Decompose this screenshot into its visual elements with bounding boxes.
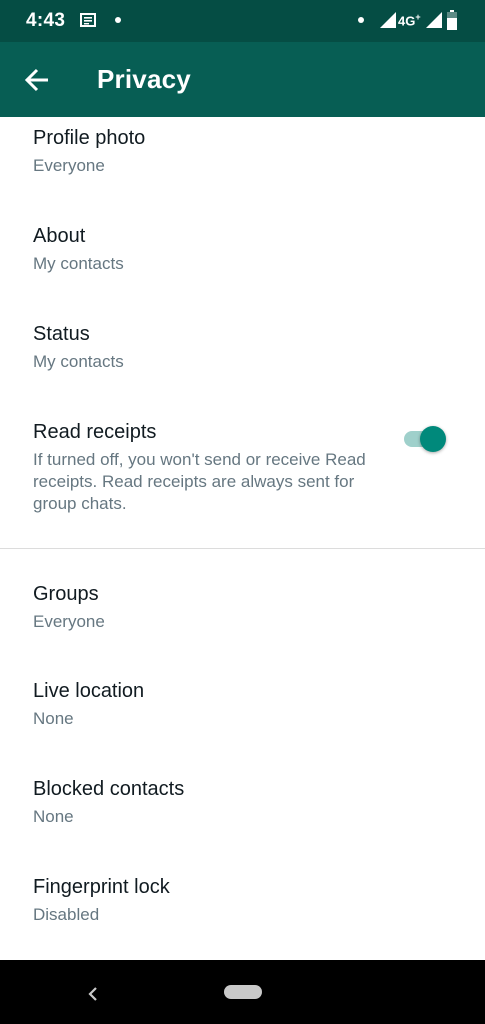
section-divider — [0, 548, 485, 549]
setting-title: Status — [33, 323, 90, 345]
setting-live-location[interactable]: Live location None — [0, 661, 485, 759]
arrow-back-icon — [18, 68, 58, 102]
setting-value: Everyone — [33, 156, 105, 175]
page-title: Privacy — [97, 64, 191, 94]
battery-icon — [447, 10, 457, 35]
setting-fingerprint-lock[interactable]: Fingerprint lock Disabled — [0, 857, 485, 955]
setting-about[interactable]: About My contacts — [0, 203, 485, 301]
setting-value: My contacts — [33, 352, 124, 371]
back-button[interactable] — [18, 62, 58, 98]
setting-value: Disabled — [33, 905, 100, 924]
read-receipts-toggle[interactable] — [404, 423, 450, 455]
status-bar: 4:43 4G+ — [0, 0, 485, 42]
setting-read-receipts[interactable]: Read receipts If turned off, you won't s… — [0, 399, 485, 539]
notification-dot-icon — [115, 17, 121, 23]
chevron-left-icon — [80, 987, 104, 1010]
setting-blocked-contacts[interactable]: Blocked contacts None — [0, 759, 485, 857]
news-notification-icon — [80, 13, 96, 27]
system-back-button[interactable] — [80, 982, 104, 1006]
app-bar: Privacy — [0, 42, 485, 117]
setting-value: None — [33, 807, 74, 826]
setting-groups[interactable]: Groups Everyone — [0, 563, 485, 661]
setting-title: Fingerprint lock — [33, 876, 170, 898]
setting-value: None — [33, 709, 74, 728]
setting-profile-photo[interactable]: Profile photo Everyone — [0, 117, 485, 203]
signal-icon — [380, 12, 396, 33]
status-time: 4:43 — [26, 10, 66, 31]
privacy-settings-list: Profile photo Everyone About My contacts… — [0, 117, 485, 960]
setting-title: Blocked contacts — [33, 778, 185, 800]
setting-title: Live location — [33, 680, 145, 702]
setting-description: If turned off, you won't send or receive… — [33, 450, 366, 513]
network-type-label: 4G+ — [398, 12, 421, 29]
setting-title: Profile photo — [33, 127, 146, 149]
signal-icon — [426, 12, 442, 33]
setting-value: Everyone — [33, 612, 105, 631]
setting-title: Groups — [33, 583, 99, 605]
toggle-thumb — [420, 426, 446, 452]
setting-title: About — [33, 225, 86, 247]
notification-dot-icon — [358, 17, 364, 23]
system-home-pill[interactable] — [224, 985, 262, 999]
setting-title: Read receipts — [33, 421, 157, 443]
setting-status[interactable]: Status My contacts — [0, 301, 485, 399]
setting-value: My contacts — [33, 254, 124, 273]
system-navigation-bar — [0, 960, 485, 1024]
